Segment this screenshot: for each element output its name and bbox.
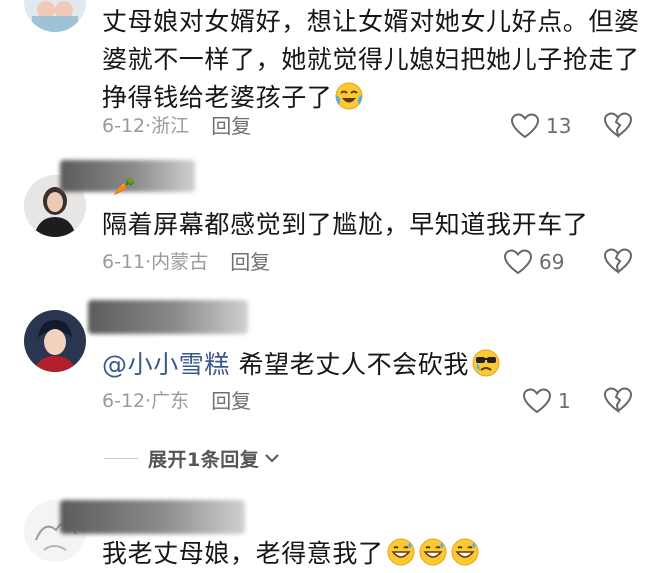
- sunglasses-crying-face-icon: [471, 348, 501, 378]
- comment-meta: 6-12 · 浙江 回复: [102, 112, 252, 140]
- comment-text: @小小雪糕 希望老丈人不会砍我: [102, 346, 642, 384]
- comment-date: 6-12: [102, 390, 146, 412]
- dislike-button[interactable]: [603, 247, 633, 277]
- heart-icon: [522, 388, 552, 414]
- grinning-face-with-sweat-icon: [386, 537, 416, 567]
- mention-link[interactable]: @小小雪糕: [102, 350, 230, 379]
- carrot-badge-icon: 🥕: [113, 176, 136, 197]
- comment-date: 6-11: [102, 251, 146, 273]
- reply-button[interactable]: 回复: [230, 248, 270, 276]
- reply-button[interactable]: 回复: [211, 112, 251, 140]
- expand-replies-label: 展开1条回复: [148, 448, 260, 471]
- heart-icon: [510, 113, 540, 139]
- like-count: 69: [539, 250, 565, 274]
- divider: [104, 457, 138, 459]
- chevron-down-icon: [265, 454, 279, 463]
- comment-location: 内蒙古: [151, 251, 209, 273]
- dislike-button[interactable]: [603, 386, 633, 416]
- reply-button[interactable]: 回复: [211, 387, 251, 415]
- comment-location: 广东: [151, 390, 190, 412]
- expand-replies-button[interactable]: 展开1条回复: [104, 443, 281, 473]
- like-button[interactable]: 69: [503, 247, 564, 277]
- broken-heart-icon: [603, 387, 633, 414]
- like-count: 13: [546, 114, 572, 138]
- username-redacted: [60, 500, 245, 534]
- comment-location: 浙江: [151, 115, 190, 137]
- like-button[interactable]: 1: [522, 386, 571, 416]
- comment-date: 6-12: [102, 115, 146, 137]
- grinning-face-with-sweat-icon: [418, 537, 448, 567]
- avatar[interactable]: [24, 0, 86, 32]
- broken-heart-icon: [603, 112, 633, 139]
- comment-meta: 6-12 · 广东 回复: [102, 387, 252, 415]
- broken-heart-icon: [603, 248, 633, 275]
- dislike-button[interactable]: [603, 111, 633, 141]
- grinning-face-with-sweat-icon: [450, 537, 480, 567]
- comment-text: 隔着屏幕都感觉到了尴尬，早知道我开车了: [102, 210, 589, 239]
- avatar[interactable]: [24, 310, 86, 372]
- like-count: 1: [558, 389, 571, 413]
- username-redacted: [88, 300, 248, 334]
- comment-meta: 6-11 · 内蒙古 回复: [102, 248, 271, 276]
- like-button[interactable]: 13: [510, 111, 571, 141]
- comment-text: 丈母娘对女婿好，想让女婿对她女儿好点。但婆婆就不一样了，她就觉得儿媳妇把她儿子抢…: [102, 7, 640, 112]
- heart-icon: [503, 249, 533, 275]
- comment-text: 我老丈母娘，老得意我了: [102, 535, 642, 573]
- face-with-tears-of-joy-icon: [334, 81, 364, 111]
